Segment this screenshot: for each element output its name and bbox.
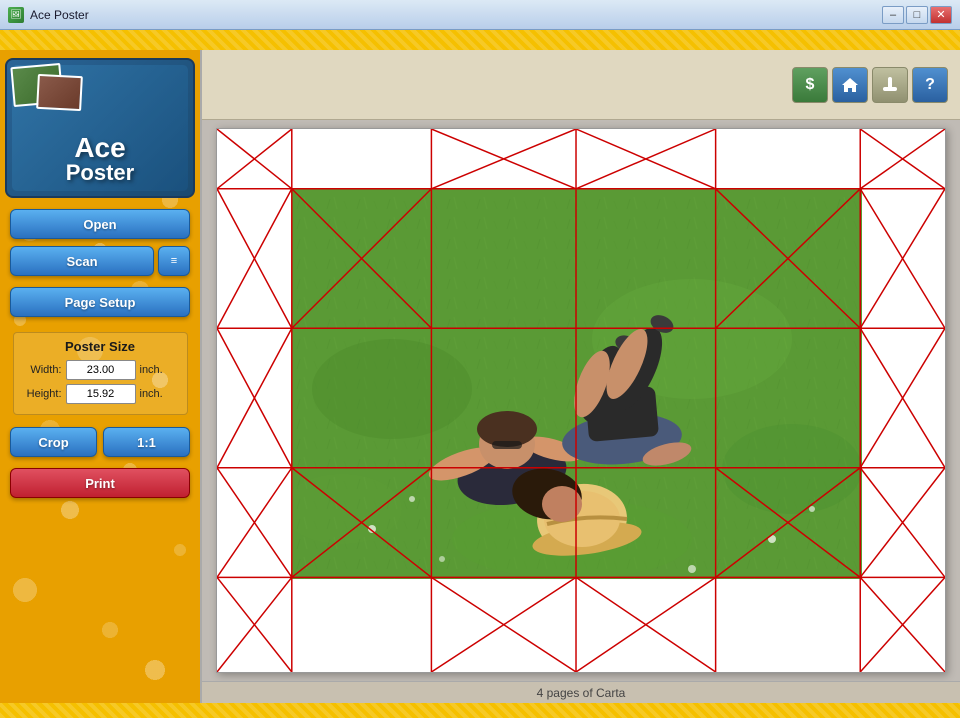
dollar-button[interactable]: $ [792,67,828,103]
height-label: Height: [22,388,62,400]
height-input[interactable] [66,384,136,404]
title-bar-left: 🖼 Ace Poster [8,7,89,23]
status-text: 4 pages of Carta [537,686,626,700]
width-row: Width: inch. [22,360,179,380]
logo-area: Ace Poster [5,58,195,198]
logo-poster-text: Poster [7,162,193,184]
logo-ace-text: Ace [7,134,193,162]
height-unit: inch. [140,388,168,400]
status-bar: 4 pages of Carta [202,681,960,703]
toolbar-area: $ ? [202,50,960,120]
scan-row: Scan ≡ [10,246,190,276]
scan-button[interactable]: Scan [10,246,154,276]
canvas-area [202,120,960,681]
tools-button[interactable] [872,67,908,103]
poster-image [292,189,862,579]
poster-svg [292,189,862,579]
maximize-button[interactable]: □ [906,6,928,24]
menu-button[interactable]: ≡ [158,246,190,276]
tools-icon [880,75,900,95]
help-button[interactable]: ? [912,67,948,103]
action-row: Crop 1:1 [10,427,190,457]
close-button[interactable]: ✕ [930,6,952,24]
main-content: $ ? [200,50,960,703]
minimize-button[interactable]: – [882,6,904,24]
crop-button[interactable]: Crop [10,427,97,457]
poster-size-title: Poster Size [22,339,179,354]
paper-canvas [216,128,946,673]
width-input[interactable] [66,360,136,380]
page-setup-button[interactable]: Page Setup [10,287,190,317]
height-row: Height: inch. [22,384,179,404]
width-label: Width: [22,364,62,376]
sidebar: Ace Poster Open Scan ≡ Page Setup Poster… [0,50,200,703]
logo-photo-2 [36,74,83,111]
ratio-button[interactable]: 1:1 [103,427,190,457]
app-icon: 🖼 [8,7,24,23]
top-decorative-bar [0,30,960,50]
print-button[interactable]: Print [10,468,190,498]
title-bar: 🖼 Ace Poster – □ ✕ [0,0,960,30]
home-icon [840,75,860,95]
app-title: Ace Poster [30,8,89,22]
app-container: Ace Poster Open Scan ≡ Page Setup Poster… [0,30,960,718]
window-controls: – □ ✕ [882,6,952,24]
poster-size-box: Poster Size Width: inch. Height: inch. [13,332,188,415]
toolbar-icons: $ ? [792,67,948,103]
width-unit: inch. [140,364,168,376]
content-area: Ace Poster Open Scan ≡ Page Setup Poster… [0,50,960,703]
bottom-decorative-bar [0,703,960,718]
home-button[interactable] [832,67,868,103]
logo-text: Ace Poster [7,134,193,184]
open-button[interactable]: Open [10,209,190,239]
